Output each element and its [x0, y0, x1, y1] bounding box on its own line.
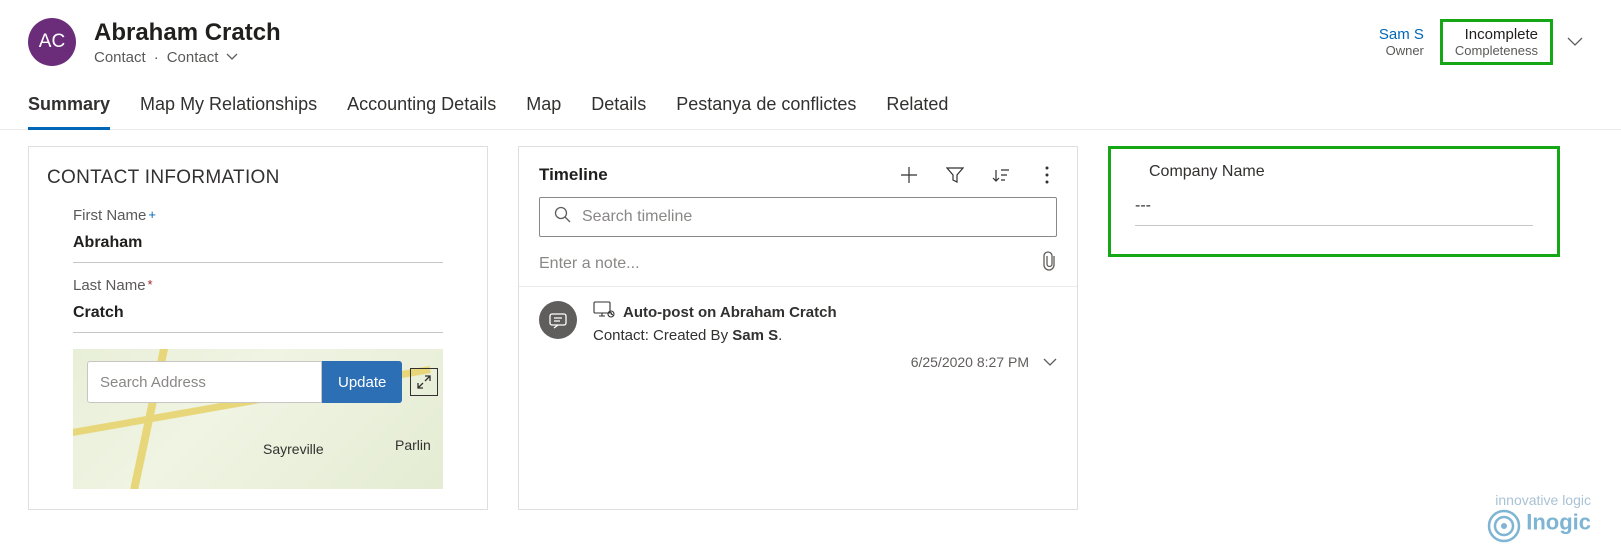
- map-place-label: Parlin: [395, 437, 431, 453]
- tab-map[interactable]: Map: [526, 94, 561, 129]
- tab-accounting-details[interactable]: Accounting Details: [347, 94, 496, 129]
- note-placeholder: Enter a note...: [539, 255, 640, 273]
- first-name-value[interactable]: Abraham: [73, 234, 443, 263]
- required-marker: *: [148, 277, 153, 292]
- timeline-item-title-row: Auto-post on Abraham Cratch: [593, 301, 1057, 323]
- first-name-field[interactable]: First Name+ Abraham: [47, 207, 469, 263]
- title-block: Abraham Cratch Contact · Contact: [94, 19, 281, 66]
- timeline-panel: Timeline: [518, 146, 1078, 510]
- last-name-field[interactable]: Last Name* Cratch: [47, 277, 469, 333]
- timeline-search[interactable]: [539, 197, 1057, 237]
- page-title: Abraham Cratch: [94, 19, 281, 47]
- header-expand-chevron[interactable]: [1553, 34, 1593, 50]
- map-place-label: Sayreville: [263, 441, 324, 457]
- add-icon[interactable]: [899, 165, 919, 185]
- owner-value: Sam S: [1379, 26, 1424, 43]
- more-icon[interactable]: [1037, 165, 1057, 185]
- breadcrumb-separator: ·: [154, 49, 159, 66]
- tab-details[interactable]: Details: [591, 94, 646, 129]
- watermark: innovative logic Inogic: [1486, 492, 1591, 544]
- avatar: AC: [28, 18, 76, 66]
- section-title: CONTACT INFORMATION: [47, 167, 469, 189]
- watermark-tagline: innovative logic: [1486, 492, 1591, 508]
- timeline-title: Timeline: [539, 165, 608, 185]
- timeline-item[interactable]: Auto-post on Abraham Cratch Contact: Cre…: [519, 287, 1077, 384]
- owner-field[interactable]: Sam S Owner: [1363, 20, 1440, 64]
- owner-label: Owner: [1386, 43, 1424, 58]
- contact-information-panel: CONTACT INFORMATION First Name+ Abraham …: [28, 146, 488, 510]
- recommended-marker: +: [148, 207, 156, 222]
- last-name-label: Last Name*: [73, 277, 443, 294]
- completeness-value: Incomplete: [1465, 26, 1538, 43]
- tab-map-relationships[interactable]: Map My Relationships: [140, 94, 317, 129]
- autopost-icon: [539, 301, 577, 339]
- chevron-down-icon[interactable]: [1043, 354, 1057, 370]
- completeness-field[interactable]: Incomplete Completeness: [1440, 19, 1553, 65]
- tab-summary[interactable]: Summary: [28, 94, 110, 129]
- chevron-down-icon[interactable]: [226, 50, 238, 64]
- tab-bar: Summary Map My Relationships Accounting …: [0, 66, 1621, 130]
- tab-related[interactable]: Related: [886, 94, 948, 129]
- expand-icon[interactable]: [410, 368, 438, 396]
- timeline-item-body: Auto-post on Abraham Cratch Contact: Cre…: [593, 301, 1057, 370]
- breadcrumb-item: Contact: [94, 49, 146, 66]
- record-header: AC Abraham Cratch Contact · Contact Sam …: [0, 0, 1621, 66]
- address-search-row: Update: [87, 361, 438, 403]
- timeline-item-title: Auto-post on Abraham Cratch: [623, 304, 837, 321]
- completeness-label: Completeness: [1455, 43, 1538, 58]
- timeline-actions: [899, 165, 1057, 185]
- computer-icon: [593, 301, 615, 323]
- timeline-item-meta: 6/25/2020 8:27 PM: [593, 354, 1057, 370]
- attachment-icon[interactable]: [1043, 251, 1057, 276]
- search-icon: [554, 206, 572, 229]
- timeline-item-subtitle: Contact: Created By Sam S.: [593, 327, 1057, 344]
- breadcrumb-item: Contact: [167, 49, 219, 66]
- watermark-brand: Inogic: [1526, 510, 1591, 535]
- update-button[interactable]: Update: [322, 361, 402, 403]
- filter-icon[interactable]: [945, 165, 965, 185]
- tab-conflictes[interactable]: Pestanya de conflictes: [676, 94, 856, 129]
- timeline-search-input[interactable]: [582, 208, 1042, 226]
- breadcrumb[interactable]: Contact · Contact: [94, 49, 281, 66]
- header-meta: Sam S Owner Incomplete Completeness: [1363, 19, 1593, 65]
- body: CONTACT INFORMATION First Name+ Abraham …: [0, 130, 1621, 526]
- timeline-header: Timeline: [519, 163, 1077, 197]
- map-widget[interactable]: Sayreville Parlin Update: [73, 349, 443, 489]
- timeline-item-timestamp: 6/25/2020 8:27 PM: [911, 354, 1029, 370]
- address-search-input[interactable]: [87, 361, 322, 403]
- enter-note-row[interactable]: Enter a note...: [519, 237, 1077, 286]
- last-name-value[interactable]: Cratch: [73, 304, 443, 333]
- first-name-label: First Name+: [73, 207, 443, 224]
- company-name-label: Company Name: [1135, 163, 1533, 181]
- company-panel: Company Name ---: [1108, 146, 1560, 257]
- sort-icon[interactable]: [991, 165, 1011, 185]
- company-name-value[interactable]: ---: [1135, 197, 1533, 226]
